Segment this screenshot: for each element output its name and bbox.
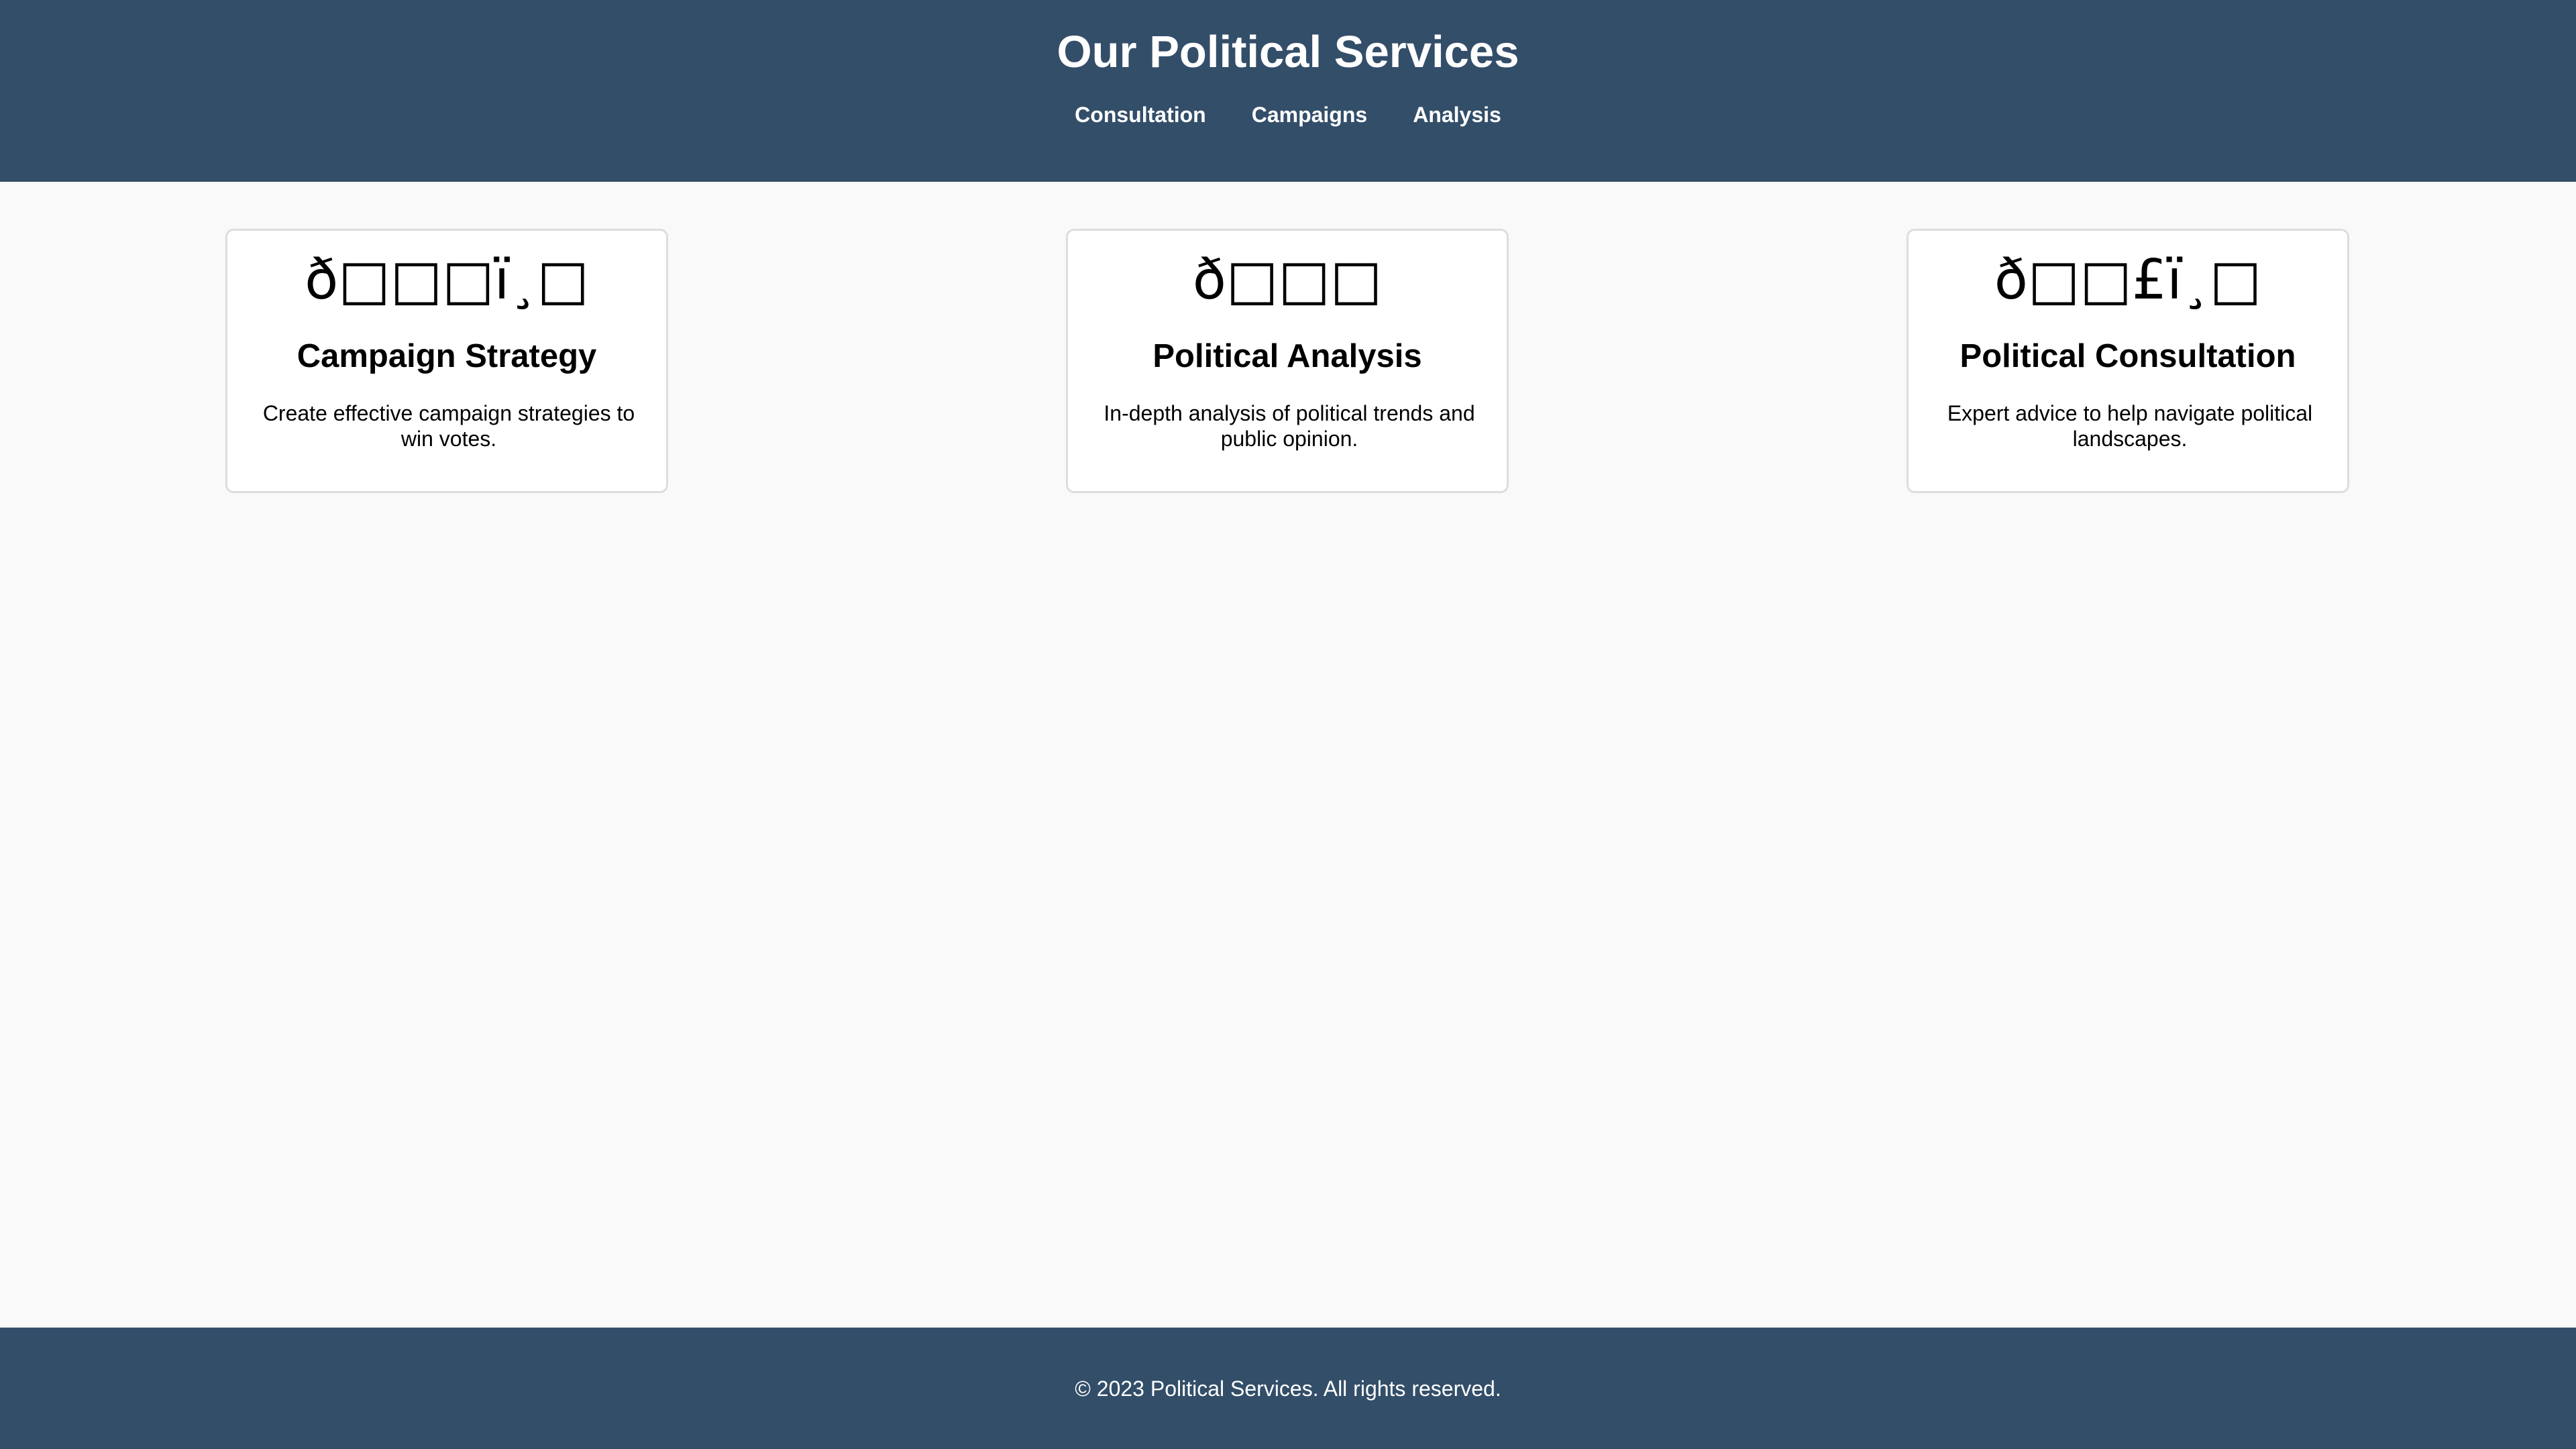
campaign-strategy-icon: ð□□□ï¸□: [305, 248, 589, 312]
political-consultation-icon: ð□□£ï¸□: [1994, 248, 2262, 312]
political-analysis-icon: ð□□□: [1192, 248, 1383, 312]
service-card-title: Campaign Strategy: [297, 338, 597, 374]
site-header: Our Political Services Consultation Camp…: [0, 0, 2576, 182]
service-card-campaign-strategy: ð□□□ï¸□ Campaign Strategy Create effecti…: [225, 229, 668, 493]
service-card-political-consultation: ð□□£ï¸□ Political Consultation Expert ad…: [1907, 229, 2349, 493]
nav-link-analysis[interactable]: Analysis: [1413, 100, 1501, 129]
page: Our Political Services Consultation Camp…: [0, 0, 2576, 1449]
service-card-description: In-depth analysis of political trends an…: [1104, 401, 1475, 451]
site-footer: © 2023 Political Services. All rights re…: [0, 1328, 2576, 1449]
service-card-title: Political Analysis: [1152, 338, 1422, 374]
main-nav: Consultation Campaigns Analysis: [0, 100, 2576, 129]
service-card-description: Create effective campaign strategies to …: [262, 401, 635, 451]
copyright-text: © 2023 Political Services. All rights re…: [1075, 1377, 1501, 1401]
nav-link-campaigns[interactable]: Campaigns: [1252, 100, 1367, 129]
page-title: Our Political Services: [1057, 27, 1519, 77]
service-card-political-analysis: ð□□□ Political Analysis In-depth analysi…: [1066, 229, 1509, 493]
nav-link-consultation[interactable]: Consultation: [1075, 100, 1206, 129]
service-card-description: Expert advice to help navigate political…: [1947, 401, 2313, 451]
service-card-title: Political Consultation: [1960, 338, 2296, 374]
